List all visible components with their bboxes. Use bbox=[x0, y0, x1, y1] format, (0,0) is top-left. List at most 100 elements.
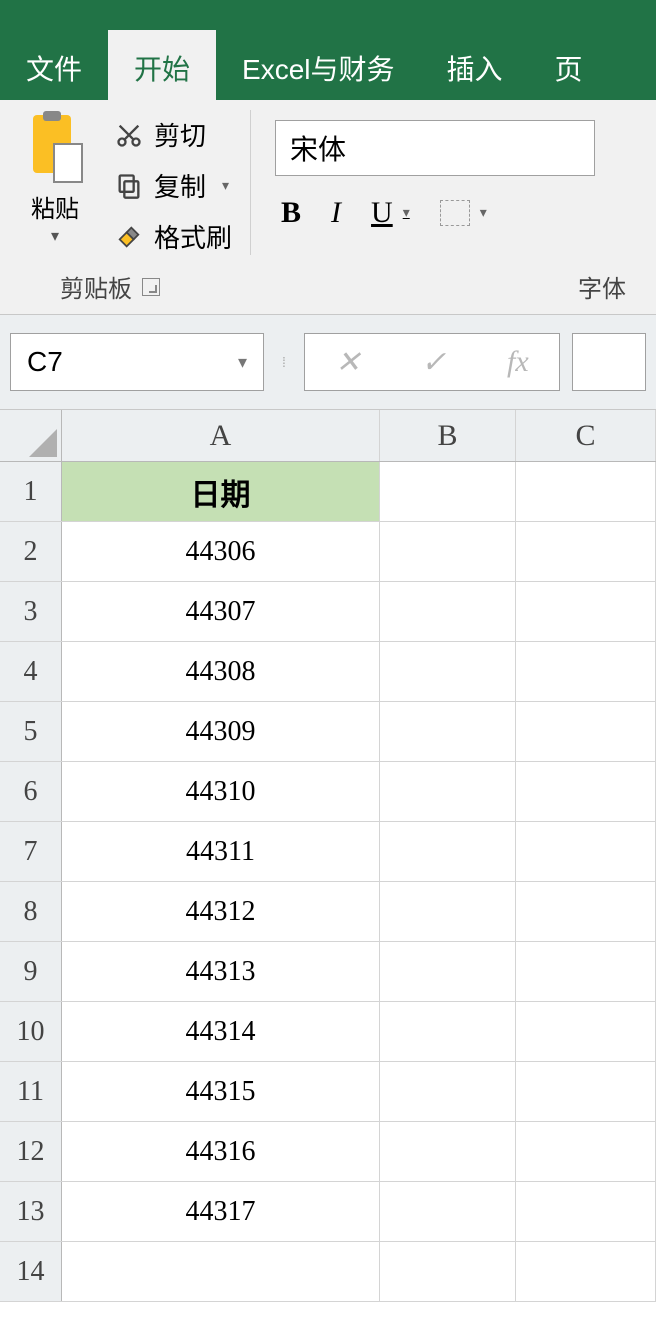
cell[interactable] bbox=[516, 882, 656, 941]
cell[interactable] bbox=[380, 942, 516, 1001]
formula-controls: ✕ ✓ fx bbox=[304, 333, 560, 391]
cell[interactable]: 44313 bbox=[62, 942, 380, 1001]
cell[interactable] bbox=[380, 1002, 516, 1061]
cell[interactable]: 44315 bbox=[62, 1062, 380, 1121]
cell-b1[interactable] bbox=[380, 462, 516, 521]
copy-dropdown[interactable]: ▾ bbox=[222, 177, 229, 194]
cell[interactable]: 44308 bbox=[62, 642, 380, 701]
cut-button[interactable]: 剪切 bbox=[114, 116, 232, 153]
cell[interactable] bbox=[62, 1242, 380, 1301]
table-row: 7 44311 bbox=[0, 822, 656, 882]
name-box-dropdown[interactable]: ▾ bbox=[238, 352, 247, 373]
border-button[interactable]: ▾ bbox=[440, 200, 487, 226]
row-header[interactable]: 6 bbox=[0, 762, 62, 821]
tab-page-layout[interactable]: 页 bbox=[529, 30, 609, 100]
cell[interactable]: 44307 bbox=[62, 582, 380, 641]
enter-icon[interactable]: ✓ bbox=[421, 345, 446, 380]
row-header[interactable]: 13 bbox=[0, 1182, 62, 1241]
tab-insert[interactable]: 插入 bbox=[421, 30, 529, 100]
row-header[interactable]: 8 bbox=[0, 882, 62, 941]
row-header[interactable]: 9 bbox=[0, 942, 62, 1001]
bold-button[interactable]: B bbox=[281, 196, 301, 230]
scissors-icon bbox=[114, 120, 144, 150]
paste-button[interactable]: 粘贴 ▾ bbox=[10, 110, 100, 255]
tab-file[interactable]: 文件 bbox=[0, 30, 108, 100]
cell[interactable] bbox=[516, 822, 656, 881]
paste-label: 粘贴 bbox=[31, 189, 79, 224]
cell[interactable]: 44306 bbox=[62, 522, 380, 581]
cell[interactable]: 44314 bbox=[62, 1002, 380, 1061]
cell[interactable] bbox=[516, 1002, 656, 1061]
cell[interactable] bbox=[516, 522, 656, 581]
cell[interactable]: 44309 bbox=[62, 702, 380, 761]
row-header[interactable]: 1 bbox=[0, 462, 62, 521]
cell[interactable] bbox=[516, 1062, 656, 1121]
cell[interactable]: 44316 bbox=[62, 1122, 380, 1181]
table-row: 10 44314 bbox=[0, 1002, 656, 1062]
cancel-icon[interactable]: ✕ bbox=[335, 345, 360, 380]
italic-button[interactable]: I bbox=[331, 196, 341, 230]
cell[interactable] bbox=[380, 1062, 516, 1121]
cell-a1[interactable]: 日期 bbox=[62, 462, 380, 521]
cell[interactable] bbox=[516, 762, 656, 821]
clipboard-dialog-launcher[interactable] bbox=[142, 278, 160, 296]
cell[interactable]: 44311 bbox=[62, 822, 380, 881]
table-row: 9 44313 bbox=[0, 942, 656, 1002]
row-header[interactable]: 10 bbox=[0, 1002, 62, 1061]
cell[interactable] bbox=[380, 1242, 516, 1301]
table-row: 4 44308 bbox=[0, 642, 656, 702]
col-header-b[interactable]: B bbox=[380, 410, 516, 461]
formula-input[interactable] bbox=[572, 333, 646, 391]
cell[interactable]: 44317 bbox=[62, 1182, 380, 1241]
font-name-select[interactable]: 宋体 bbox=[275, 120, 595, 176]
row-header[interactable]: 5 bbox=[0, 702, 62, 761]
cell[interactable] bbox=[380, 882, 516, 941]
cell[interactable] bbox=[516, 702, 656, 761]
border-dropdown[interactable]: ▾ bbox=[480, 205, 487, 222]
cell[interactable] bbox=[516, 1182, 656, 1241]
fx-icon[interactable]: fx bbox=[507, 345, 529, 379]
cell[interactable] bbox=[516, 582, 656, 641]
col-header-a[interactable]: A bbox=[62, 410, 380, 461]
cell[interactable] bbox=[380, 762, 516, 821]
name-box-value: C7 bbox=[27, 346, 63, 378]
paste-dropdown[interactable]: ▾ bbox=[51, 226, 59, 246]
name-box[interactable]: C7 ▾ bbox=[10, 333, 264, 391]
cell[interactable] bbox=[516, 642, 656, 701]
cell[interactable] bbox=[380, 642, 516, 701]
col-header-c[interactable]: C bbox=[516, 410, 656, 461]
row-header[interactable]: 4 bbox=[0, 642, 62, 701]
underline-button[interactable]: U▾ bbox=[371, 196, 410, 230]
cell[interactable]: 44310 bbox=[62, 762, 380, 821]
cell[interactable]: 44312 bbox=[62, 882, 380, 941]
copy-button[interactable]: 复制 ▾ bbox=[114, 167, 232, 204]
cell[interactable] bbox=[516, 942, 656, 1001]
format-painter-label: 格式刷 bbox=[154, 218, 232, 255]
row-header[interactable]: 7 bbox=[0, 822, 62, 881]
cell-c1[interactable] bbox=[516, 462, 656, 521]
table-row: 13 44317 bbox=[0, 1182, 656, 1242]
tab-home[interactable]: 开始 bbox=[108, 30, 216, 100]
spreadsheet-grid: A B C 1 日期 2 44306 3 44307 4 44308 5 443… bbox=[0, 410, 656, 1302]
row-header[interactable]: 11 bbox=[0, 1062, 62, 1121]
table-row: 1 日期 bbox=[0, 462, 656, 522]
cell[interactable] bbox=[380, 1182, 516, 1241]
cell[interactable] bbox=[380, 1122, 516, 1181]
cell[interactable] bbox=[516, 1122, 656, 1181]
select-all-corner[interactable] bbox=[0, 410, 62, 461]
tab-excel-finance[interactable]: Excel与财务 bbox=[216, 30, 420, 100]
row-header[interactable]: 2 bbox=[0, 522, 62, 581]
row-header[interactable]: 14 bbox=[0, 1242, 62, 1301]
row-header[interactable]: 12 bbox=[0, 1122, 62, 1181]
cell[interactable] bbox=[380, 702, 516, 761]
format-painter-button[interactable]: 格式刷 bbox=[114, 218, 232, 255]
underline-dropdown[interactable]: ▾ bbox=[403, 205, 410, 222]
cell[interactable] bbox=[516, 1242, 656, 1301]
cell[interactable] bbox=[380, 822, 516, 881]
cell[interactable] bbox=[380, 582, 516, 641]
font-group-label: 字体 bbox=[578, 269, 626, 304]
formula-bar-row: C7 ▾ ⁞ ✕ ✓ fx bbox=[0, 315, 656, 410]
expand-icon[interactable]: ⁞ bbox=[272, 357, 296, 367]
row-header[interactable]: 3 bbox=[0, 582, 62, 641]
cell[interactable] bbox=[380, 522, 516, 581]
